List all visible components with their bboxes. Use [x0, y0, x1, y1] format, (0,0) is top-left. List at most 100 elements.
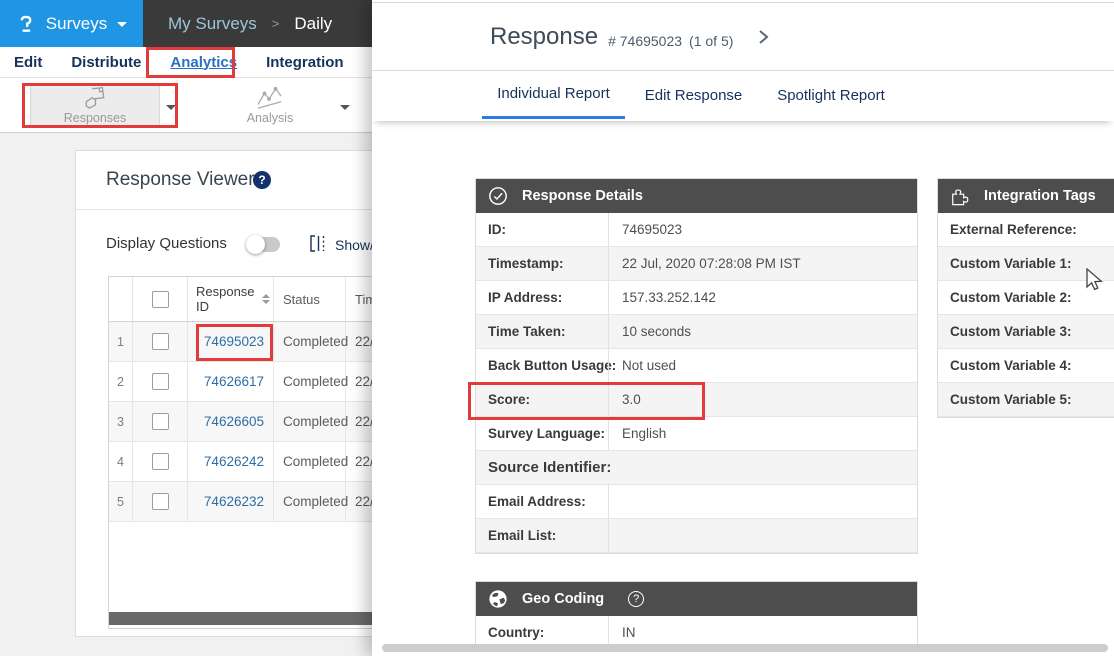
detail-row: Email Address:	[476, 485, 917, 519]
detail-value: 157.33.252.142	[608, 281, 917, 314]
geo-coding-section: Geo Coding ? Country: IN	[475, 581, 918, 651]
section-title: Geo Coding	[522, 591, 604, 607]
help-icon[interactable]: ?	[253, 171, 271, 189]
row-checkbox[interactable]	[152, 493, 169, 510]
response-id-link[interactable]: 74626605	[204, 414, 264, 429]
detail-row: Email List:	[476, 519, 917, 553]
row-number: 5	[109, 482, 133, 521]
puzzle-icon	[950, 186, 970, 206]
next-response-chevron-icon[interactable]	[756, 29, 770, 50]
detail-label: Email Address:	[476, 485, 608, 518]
tag-label: External Reference:	[950, 222, 1077, 237]
section-title: Integration Tags	[984, 188, 1096, 204]
analysis-button-label: Analysis	[247, 111, 294, 125]
detail-value: 10 seconds	[608, 315, 917, 348]
display-questions-label: Display Questions	[106, 235, 227, 252]
tag-label: Custom Variable 3:	[950, 324, 1072, 339]
display-questions-toggle[interactable]	[246, 237, 280, 252]
response-id-link[interactable]: 74626232	[204, 494, 264, 509]
section-title: Response Details	[522, 188, 643, 204]
surveys-product-menu[interactable]: Surveys	[0, 0, 143, 47]
analysis-icon	[256, 86, 284, 110]
detail-label: Source Identifier:	[476, 451, 615, 484]
select-all-checkbox[interactable]	[152, 291, 169, 308]
detail-label: Time Taken:	[476, 315, 608, 348]
row-checkbox[interactable]	[152, 333, 169, 350]
panel-horizontal-scrollbar[interactable]	[382, 644, 1108, 652]
response-id-link[interactable]: 74626617	[204, 374, 264, 389]
row-number: 3	[109, 402, 133, 441]
responses-icon	[82, 86, 108, 110]
status-cell: Completed	[274, 322, 346, 361]
tag-row: External Reference:	[938, 213, 1114, 247]
detail-row: Back Button Usage: Not used	[476, 349, 917, 383]
row-checkbox[interactable]	[152, 413, 169, 430]
status-header: Status	[274, 277, 346, 321]
nav-item-distribute[interactable]: Distribute	[71, 54, 141, 71]
response-id-link[interactable]: 74695023	[204, 334, 264, 349]
detail-value	[608, 519, 917, 552]
geo-coding-header: Geo Coding ?	[476, 582, 917, 616]
app-screen: Surveys My Surveys > Daily Edit Distribu…	[0, 0, 1114, 656]
responses-dropdown-caret[interactable]	[166, 105, 176, 110]
sort-icon	[262, 294, 270, 304]
tag-row: Custom Variable 2:	[938, 281, 1114, 315]
breadcrumb: My Surveys > Daily	[168, 0, 332, 47]
detail-row: Timestamp: 22 Jul, 2020 07:28:08 PM IST	[476, 247, 917, 281]
status-cell: Completed	[274, 362, 346, 401]
panel-header: Response # 74695023 (1 of 5)	[372, 3, 1114, 71]
tab-individual-report[interactable]: Individual Report	[482, 71, 625, 119]
detail-value: Not used	[608, 349, 917, 382]
response-number: # 74695023	[608, 33, 682, 49]
detail-value: 22 Jul, 2020 07:28:08 PM IST	[608, 247, 917, 280]
detail-label: IP Address:	[476, 281, 608, 314]
show-hide-columns-icon[interactable]	[309, 234, 327, 258]
geo-help-icon[interactable]: ?	[628, 591, 644, 607]
response-id-header-label: Response ID	[196, 284, 255, 314]
tag-label: Custom Variable 5:	[950, 392, 1072, 407]
detail-row: Time Taken: 10 seconds	[476, 315, 917, 349]
detail-label: Email List:	[476, 519, 608, 552]
detail-row: ID: 74695023	[476, 213, 917, 247]
response-id-header[interactable]: Response ID	[188, 277, 274, 321]
tab-spotlight-report[interactable]: Spotlight Report	[767, 71, 895, 119]
row-number: 1	[109, 322, 133, 361]
row-checkbox[interactable]	[152, 453, 169, 470]
nav-item-edit[interactable]: Edit	[14, 54, 42, 71]
panel-title: Response	[490, 23, 598, 51]
analysis-dropdown-caret[interactable]	[340, 105, 350, 110]
status-cell: Completed	[274, 442, 346, 481]
response-count: (1 of 5)	[689, 33, 733, 49]
product-name: Surveys	[46, 14, 107, 34]
responses-button-label: Responses	[64, 111, 127, 125]
tag-label: Custom Variable 4:	[950, 358, 1072, 373]
response-id-link[interactable]: 74626242	[204, 454, 264, 469]
integration-tags-section: Integration Tags External Reference: Cus…	[937, 178, 1114, 418]
detail-row: Survey Language: English	[476, 417, 917, 451]
response-detail-panel: Response # 74695023 (1 of 5) Individual …	[372, 0, 1114, 656]
breadcrumb-my-surveys[interactable]: My Surveys	[168, 14, 257, 34]
check-circle-icon	[488, 186, 508, 206]
tab-edit-response[interactable]: Edit Response	[636, 71, 751, 119]
row-number: 4	[109, 442, 133, 481]
detail-row: Source Identifier:	[476, 451, 917, 485]
status-cell: Completed	[274, 402, 346, 441]
integration-tags-header: Integration Tags	[938, 179, 1114, 213]
row-number-header	[109, 277, 133, 321]
nav-item-integration[interactable]: Integration	[266, 54, 344, 71]
nav-item-analytics[interactable]: Analytics	[170, 54, 237, 71]
globe-icon	[488, 589, 508, 609]
panel-tabbar: Individual Report Edit Response Spotligh…	[372, 71, 1114, 121]
row-checkbox[interactable]	[152, 373, 169, 390]
detail-label: ID:	[476, 213, 608, 246]
row-number: 2	[109, 362, 133, 401]
status-cell: Completed	[274, 482, 346, 521]
detail-value: 3.0	[608, 383, 917, 416]
responses-button[interactable]: Responses	[30, 83, 160, 128]
response-details-header: Response Details	[476, 179, 917, 213]
select-all-cell	[133, 277, 188, 321]
analysis-button[interactable]: Analysis	[205, 83, 335, 128]
response-details-section: Response Details ID: 74695023 Timestamp:…	[475, 178, 918, 554]
tag-label: Custom Variable 2:	[950, 290, 1072, 305]
detail-label: Survey Language:	[476, 417, 608, 450]
